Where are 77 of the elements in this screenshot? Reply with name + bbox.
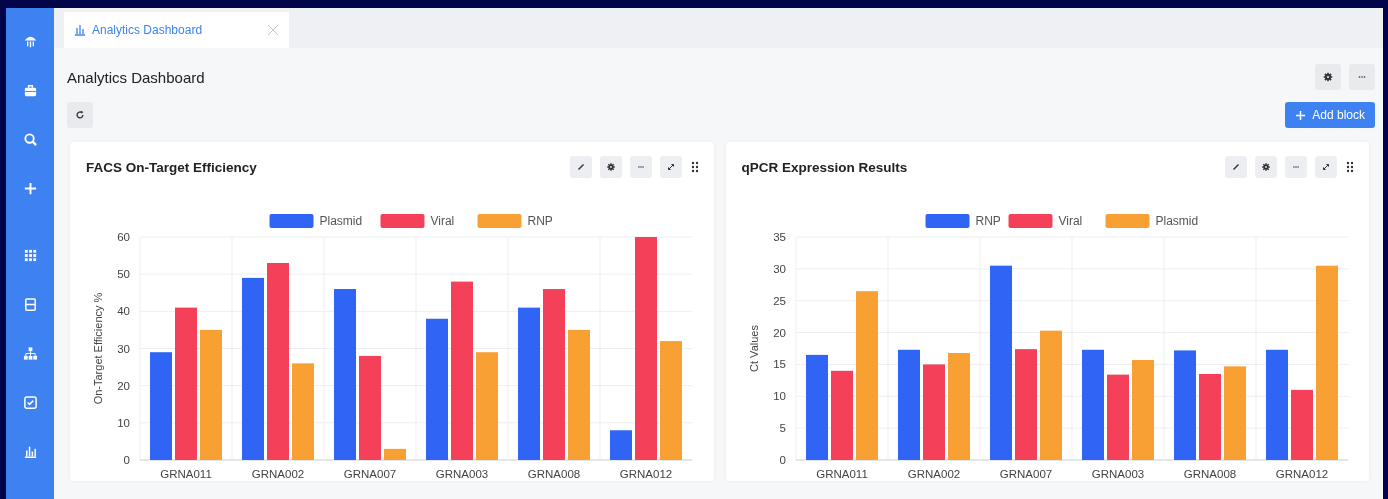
- x-tick-label: GRNA002: [251, 468, 305, 480]
- edit-button[interactable]: [1225, 156, 1247, 178]
- gear-icon: [605, 162, 616, 172]
- legend-item[interactable]: Plasmid: [269, 214, 363, 228]
- y-axis-label: Ct Values: [747, 325, 760, 372]
- y-tick-label: 25: [772, 294, 786, 307]
- y-tick-label: 10: [772, 390, 786, 403]
- y-tick-label: 15: [772, 358, 786, 371]
- y-tick-label: 10: [117, 416, 130, 429]
- x-tick-label: GRNA011: [160, 468, 212, 480]
- y-tick-label: 60: [117, 231, 130, 243]
- bar: [610, 430, 632, 460]
- logo-icon[interactable]: [22, 34, 38, 49]
- x-tick-label: GRNA003: [1091, 468, 1144, 480]
- y-tick-label: 35: [772, 231, 786, 243]
- expand-button[interactable]: [1315, 156, 1337, 178]
- add-block-button[interactable]: Add block: [1285, 102, 1375, 128]
- bar: [384, 448, 406, 460]
- x-tick-label: GRNA003: [435, 468, 489, 480]
- plus-icon[interactable]: [22, 181, 38, 196]
- page-title: Analytics Dashboard: [67, 68, 205, 86]
- drag-handle-icon[interactable]: [689, 161, 700, 173]
- legend-label: RNP: [527, 214, 553, 228]
- y-tick-label: 20: [772, 326, 786, 339]
- bar-chart-icon[interactable]: [22, 444, 38, 459]
- x-tick-label: GRNA002: [907, 468, 960, 480]
- x-tick-label: GRNA007: [999, 468, 1052, 480]
- x-tick-label: GRNA007: [343, 468, 397, 480]
- checkbox-icon[interactable]: [22, 395, 38, 410]
- bar: [1290, 389, 1313, 460]
- y-tick-label: 30: [117, 342, 130, 355]
- settings-button[interactable]: [1315, 64, 1341, 90]
- x-tick-label: GRNA012: [619, 468, 673, 480]
- settings-button[interactable]: [1255, 156, 1277, 178]
- plus-icon: [1295, 109, 1307, 121]
- pencil-icon: [1231, 162, 1241, 172]
- y-tick-label: 0: [123, 454, 130, 466]
- y-tick-label: 20: [117, 379, 130, 392]
- search-icon[interactable]: [22, 132, 38, 147]
- more-button[interactable]: [629, 156, 652, 178]
- legend-item[interactable]: Plasmid: [1105, 214, 1198, 228]
- gear-icon: [1261, 162, 1271, 172]
- refresh-button[interactable]: [67, 102, 93, 128]
- expand-icon: [1321, 162, 1331, 172]
- tab-label: Analytics Dashboard: [92, 23, 204, 37]
- pencil-icon: [575, 162, 586, 172]
- drag-handle-icon[interactable]: [1345, 161, 1355, 173]
- card-title: FACS On-Target Efficiency: [86, 159, 257, 175]
- refresh-icon: [75, 110, 85, 120]
- settings-button[interactable]: [599, 156, 622, 178]
- bar-chart-icon: [74, 24, 86, 36]
- grid-icon[interactable]: [22, 248, 38, 263]
- x-tick-label: GRNA008: [527, 468, 581, 480]
- x-tick-label: GRNA012: [1275, 468, 1328, 480]
- expand-icon: [665, 162, 676, 172]
- y-tick-label: 30: [772, 262, 786, 275]
- y-axis-label: On-Target Efficiency %: [92, 292, 104, 405]
- y-tick-label: 50: [117, 268, 130, 281]
- briefcase-icon[interactable]: [22, 83, 38, 98]
- gear-icon: [1323, 72, 1333, 82]
- y-tick-label: 5: [779, 422, 786, 435]
- hierarchy-icon[interactable]: [22, 346, 38, 361]
- legend-label: Plasmid: [1155, 214, 1198, 228]
- edit-button[interactable]: [569, 156, 592, 178]
- card-title: qPCR Expression Results: [741, 159, 908, 175]
- legend-label: RNP: [975, 214, 1001, 228]
- more-button[interactable]: [1285, 156, 1307, 178]
- tab[interactable]: Analytics Dashboard: [64, 12, 289, 48]
- x-tick-label: GRNA011: [815, 468, 868, 480]
- archive-icon[interactable]: [22, 297, 38, 312]
- legend-label: Plasmid: [319, 214, 363, 228]
- legend-label: Viral: [1058, 214, 1082, 228]
- expand-button[interactable]: [659, 156, 682, 178]
- y-tick-label: 40: [117, 305, 130, 318]
- y-tick-label: 0: [779, 454, 786, 466]
- x-tick-label: GRNA008: [1183, 468, 1236, 480]
- legend-label: Viral: [430, 214, 455, 228]
